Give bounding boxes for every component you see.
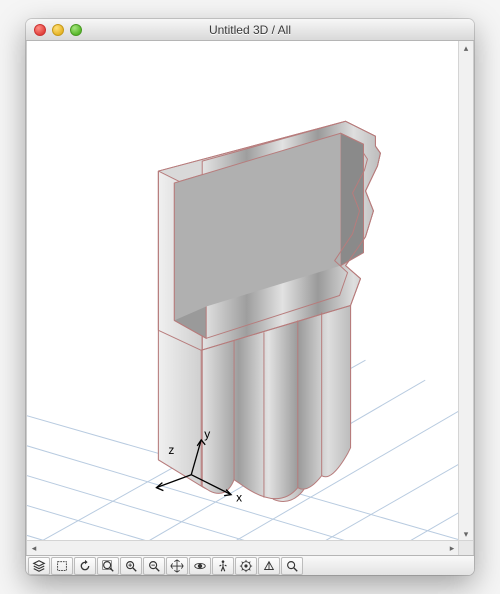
vertical-scrollbar[interactable]: ▴ ▾ (458, 41, 473, 541)
find-icon[interactable] (281, 557, 303, 575)
layers-icon[interactable] (28, 557, 50, 575)
3d-model[interactable] (158, 121, 380, 501)
scroll-down-arrow[interactable]: ▾ (459, 527, 473, 541)
axis-z-label: z (168, 443, 174, 457)
zoom-button[interactable] (70, 24, 82, 36)
horizontal-scrollbar[interactable]: ◂ ▸ (27, 540, 459, 555)
scroll-right-arrow[interactable]: ▸ (445, 541, 459, 555)
camera-settings-icon[interactable] (235, 557, 257, 575)
window-title: Untitled 3D / All (26, 23, 474, 37)
minimize-button[interactable] (52, 24, 64, 36)
titlebar[interactable]: Untitled 3D / All (26, 19, 474, 41)
zoom-out-icon[interactable] (143, 557, 165, 575)
axis-x-label: x (236, 491, 242, 505)
scroll-left-arrow[interactable]: ◂ (27, 541, 41, 555)
orbit-icon[interactable] (189, 557, 211, 575)
selection-box-icon[interactable] (51, 557, 73, 575)
zoom-to-fit-icon[interactable] (97, 557, 119, 575)
3d-viewport[interactable]: x y z ▴ ▾ ◂ ▸ (26, 41, 474, 555)
app-window: Untitled 3D / All (26, 19, 474, 575)
close-button[interactable] (34, 24, 46, 36)
render-mode-icon[interactable] (258, 557, 280, 575)
zoom-in-icon[interactable] (120, 557, 142, 575)
axis-z (156, 475, 191, 488)
scroll-up-arrow[interactable]: ▴ (459, 41, 473, 55)
bottom-toolbar (26, 555, 474, 575)
refresh-icon[interactable] (74, 557, 96, 575)
axis-y-label: y (204, 427, 210, 441)
traffic-lights (26, 24, 82, 36)
resize-corner[interactable] (458, 540, 473, 555)
walk-icon[interactable] (212, 557, 234, 575)
viewport-canvas[interactable]: x y z (27, 41, 473, 555)
pan-icon[interactable] (166, 557, 188, 575)
